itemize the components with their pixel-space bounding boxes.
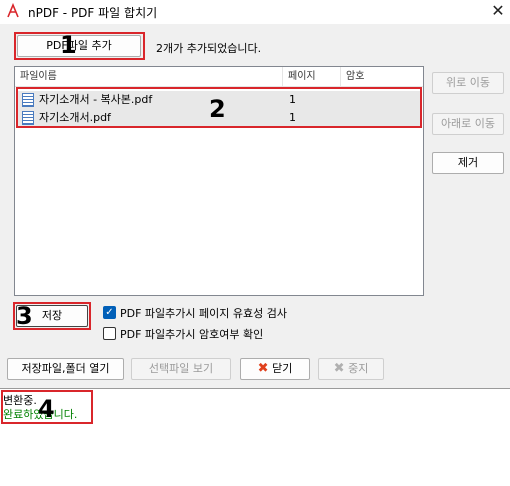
annotation-number-4: 4 — [38, 395, 55, 423]
annotation-number-2: 2 — [209, 95, 226, 123]
window-title: nPDF - PDF 파일 합치기 — [28, 6, 158, 20]
close-button[interactable]: ✖ 닫기 — [240, 358, 310, 380]
window-close-button[interactable]: ✕ — [490, 2, 506, 20]
title-bar: nPDF - PDF 파일 합치기 ✕ — [0, 0, 510, 24]
close-x-icon: ✖ — [257, 361, 269, 376]
move-down-button[interactable]: 아래로 이동 — [432, 113, 504, 135]
annotation-box-1 — [14, 32, 145, 60]
validate-pages-checkbox[interactable]: ✓ — [103, 306, 116, 319]
open-folder-button[interactable]: 저장파일,폴더 열기 — [7, 358, 124, 380]
column-header-password[interactable]: 암호 — [341, 67, 423, 87]
stop-button[interactable]: ✖ 중지 — [318, 358, 384, 380]
list-header: 파일이름 페이지 암호 — [15, 67, 423, 87]
password-check-checkbox[interactable] — [103, 327, 116, 340]
annotation-number-3: 3 — [16, 302, 33, 330]
stop-label: 중지 — [348, 362, 369, 375]
pdf-app-icon — [7, 3, 19, 18]
validate-pages-label: PDF 파일추가시 페이지 유효성 검사 — [120, 307, 287, 320]
annotation-number-1: 1 — [60, 31, 77, 59]
status-text: 2개가 추가되었습니다. — [156, 42, 262, 55]
column-header-filename[interactable]: 파일이름 — [15, 67, 283, 87]
move-up-button[interactable]: 위로 이동 — [432, 72, 504, 94]
column-header-pages[interactable]: 페이지 — [283, 67, 341, 87]
close-label: 닫기 — [272, 362, 293, 375]
remove-button[interactable]: 제거 — [432, 152, 504, 174]
password-check-label: PDF 파일추가시 암호여부 확인 — [120, 328, 264, 341]
view-selected-button[interactable]: 선택파일 보기 — [131, 358, 231, 380]
stop-x-icon: ✖ — [333, 361, 345, 376]
